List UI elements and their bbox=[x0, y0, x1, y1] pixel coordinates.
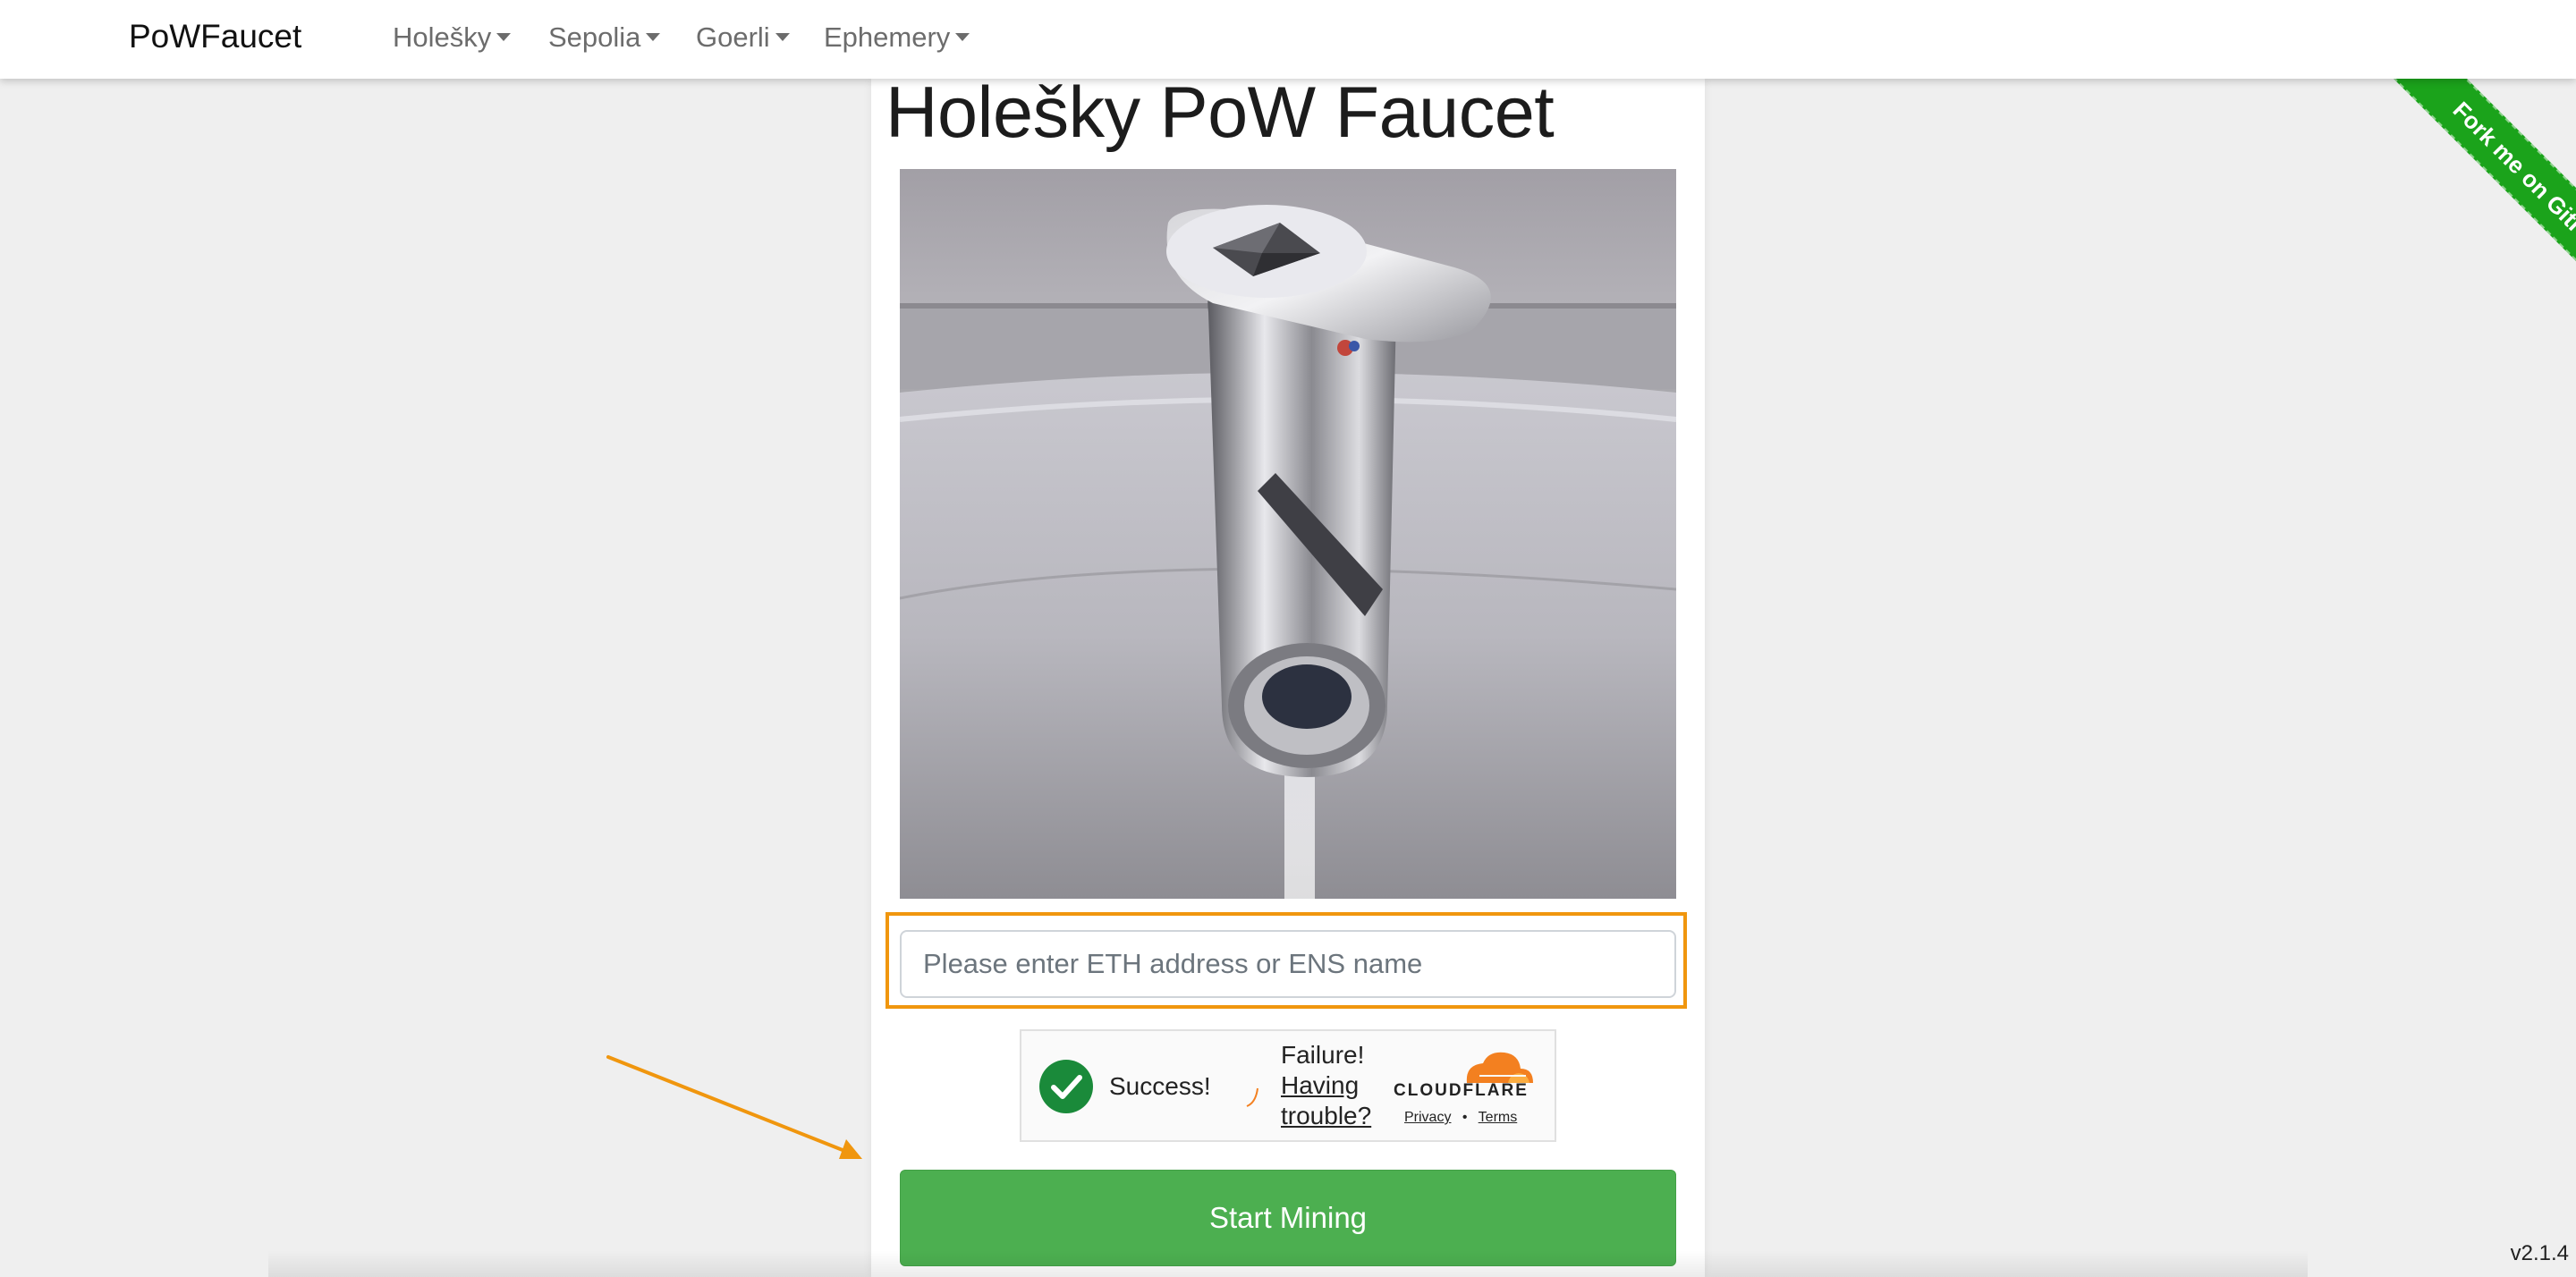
caret-down-icon bbox=[775, 33, 790, 41]
arrow-annotation-icon bbox=[606, 1055, 862, 1159]
nav-dropdown-label: Goerli bbox=[696, 21, 770, 53]
faucet-card: Holešky PoW Faucet Please enter ETH addr… bbox=[871, 72, 1705, 1277]
github-ribbon-container: Fork me on GitHub bbox=[2317, 79, 2576, 338]
cloudflare-wordmark: CLOUDFLARE bbox=[1394, 1081, 1529, 1100]
navbar: PoWFaucet Holešky Sepolia Goerli Ephemer… bbox=[0, 0, 2576, 79]
eth-faucet-photo bbox=[900, 169, 1676, 899]
captcha-links: Privacy • Terms bbox=[1404, 1110, 1517, 1126]
captcha-failure-text: Failure! bbox=[1281, 1041, 1365, 1069]
nav-dropdown-holesky[interactable]: Holešky bbox=[393, 21, 512, 54]
eth-address-input[interactable] bbox=[900, 930, 1676, 998]
caret-down-icon bbox=[496, 33, 512, 41]
fork-me-on-github-ribbon[interactable]: Fork me on GitHub bbox=[2393, 79, 2576, 318]
trouble-link-line2: trouble? bbox=[1281, 1102, 1372, 1129]
faucet-image bbox=[900, 169, 1676, 899]
terms-link[interactable]: Terms bbox=[1479, 1110, 1518, 1125]
privacy-link[interactable]: Privacy bbox=[1404, 1110, 1451, 1125]
caret-down-icon bbox=[646, 33, 661, 41]
nav-dropdown-label: Ephemery bbox=[824, 21, 951, 53]
having-trouble-link-continued[interactable]: trouble? bbox=[1281, 1101, 1371, 1131]
caret-down-icon bbox=[955, 33, 970, 41]
cloudflare-logo-icon bbox=[1466, 1052, 1533, 1083]
page-title: Holešky PoW Faucet bbox=[886, 72, 1555, 153]
link-separator: • bbox=[1462, 1110, 1468, 1125]
captcha-failure-block: Failure! Having trouble? bbox=[1281, 1040, 1371, 1131]
cloudflare-captcha-widget: Success! Failure! Having trouble? CLOUDF… bbox=[1020, 1029, 1556, 1142]
captcha-success-text: Success! bbox=[1109, 1072, 1211, 1100]
spinner-icon bbox=[1246, 1087, 1258, 1107]
version-label: v2.1.4 bbox=[2510, 1241, 2569, 1265]
nav-dropdown-label: Sepolia bbox=[548, 21, 641, 53]
trouble-link-line1: Having bbox=[1281, 1071, 1360, 1099]
having-trouble-link[interactable]: Having bbox=[1281, 1070, 1371, 1101]
nav-dropdown-label: Holešky bbox=[393, 21, 492, 53]
nav-dropdown-sepolia[interactable]: Sepolia bbox=[548, 21, 661, 54]
checkmark-icon bbox=[1039, 1060, 1093, 1113]
brand-link[interactable]: PoWFaucet bbox=[129, 18, 301, 55]
nav-dropdown-ephemery[interactable]: Ephemery bbox=[824, 21, 970, 54]
bottom-shadow bbox=[268, 1250, 2308, 1277]
nav-dropdown-goerli[interactable]: Goerli bbox=[696, 21, 790, 54]
